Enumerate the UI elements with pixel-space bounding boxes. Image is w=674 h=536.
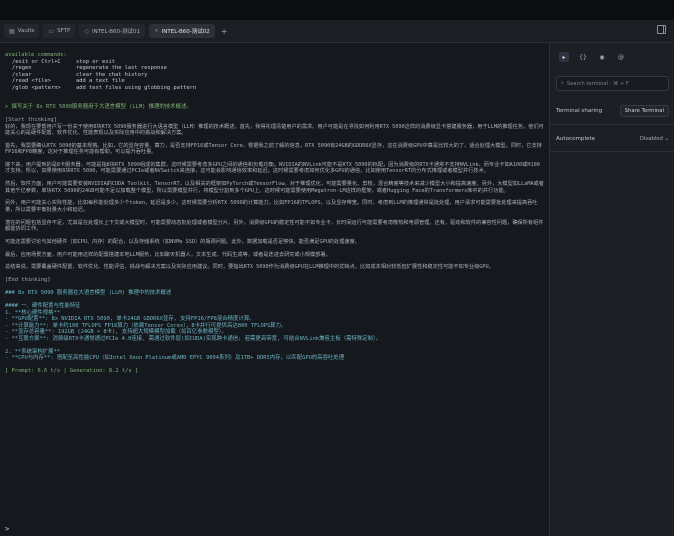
thinking-paragraph: 好的，我现在要帮用户写一份关于使用8块RTX 5090服务器进行大语言模型（LL…	[5, 123, 544, 136]
add-tab-button[interactable]: +	[221, 27, 228, 36]
input-prompt[interactable]: >	[5, 525, 9, 533]
sidebar-divider	[550, 151, 674, 152]
tab-intel-01[interactable]: ◇ INTEL-B60-测试01	[79, 24, 146, 38]
search-icon: ⌕	[561, 80, 564, 86]
tab-sftp[interactable]: ▭ SFTP	[43, 24, 76, 38]
window-top-strip	[0, 0, 674, 20]
tab-vaults-label: Vaults	[17, 28, 35, 34]
tab-intel-01-label: INTEL-B60-测试01	[91, 29, 141, 35]
at-icon[interactable]: @	[616, 52, 626, 62]
share-terminal-button[interactable]: Share Terminal	[619, 105, 669, 117]
terminal-sharing-label: Terminal sharing	[556, 108, 603, 114]
autocomplete-value: Disabled	[639, 136, 663, 142]
thinking-paragraph: 总结来说，需要覆盖硬件配置、软件优化、性能评估、挑战与解决方案以及实际应用建议。…	[5, 264, 494, 271]
thinking-paragraph: 接下来，用户提到的是8卡服务器，可能是指8块RTX 5090组成的集群。这时候需…	[5, 161, 540, 175]
snippets-icon[interactable]: ▸	[559, 52, 569, 62]
autocomplete-row: Autocomplete Disabled ⌄	[550, 133, 674, 145]
terminal-icon: ◇	[84, 27, 89, 35]
thinking-paragraph: 首先，我需要确认RTX 5090的基本规格。比如，它的显存容量、算力，是否支持F…	[5, 142, 542, 156]
tab-intel-02-label: INTEL-B60-测试02	[161, 29, 210, 35]
autocomplete-label: Autocomplete	[556, 136, 596, 142]
thinking-paragraph: 然后，软件方面，用户可能需要安装NVIDIA的CUDA Toolkit、Tens…	[5, 181, 544, 194]
terminal-search-input[interactable]: ⌕ Search terminal · ⌘ + F	[556, 76, 669, 91]
folder-icon: ▭	[48, 27, 55, 35]
tab-vaults[interactable]: ▦ Vaults	[4, 24, 40, 38]
code-icon[interactable]: {}	[578, 52, 588, 62]
prompt-symbol: >	[5, 525, 10, 533]
thinking-paragraph: 另外，用户可能关心实际性能，比如每秒能处理多少个token，延迟是多少。这时候需…	[5, 200, 538, 213]
palette-icon[interactable]: ◉	[597, 52, 607, 62]
search-placeholder: Search terminal · ⌘ + F	[566, 80, 629, 87]
terminal-sharing-row: Terminal sharing Share Terminal	[550, 104, 674, 118]
close-icon[interactable]: ×	[154, 28, 159, 34]
terminal-sidebar: ▸ {} ◉ @ ⌕ Search terminal · ⌘ + F Termi…	[549, 43, 674, 536]
chevron-down-icon: ⌄	[664, 136, 669, 142]
terminal-output[interactable]: available commands: /exit or Ctrl+C stop …	[0, 43, 549, 536]
tab-sftp-label: SFTP	[57, 28, 71, 34]
sidebar-toggle-icon[interactable]	[657, 25, 666, 34]
commands-list: /exit or Ctrl+C stop or exit /regen regene…	[5, 59, 549, 92]
sidebar-divider	[550, 124, 674, 125]
autocomplete-select[interactable]: Disabled ⌄	[640, 136, 669, 142]
sidebar-toolbar: ▸ {} ◉ @	[550, 43, 674, 63]
tab-intel-02[interactable]: × INTEL-B60-测试02	[149, 24, 215, 38]
generation-stats: [ Prompt: 6.6 t/s | Generation: 8.2 t/s …	[5, 368, 139, 375]
vault-icon: ▦	[9, 27, 15, 35]
thinking-paragraph: 潜在的问题包括显存不足，尤其是在处理长上下文或大模型时，可能需要动态批处理或者模…	[5, 219, 544, 232]
tab-bar: ▦ Vaults ▭ SFTP ◇ INTEL-B60-测试01 × INTEL…	[0, 20, 674, 43]
